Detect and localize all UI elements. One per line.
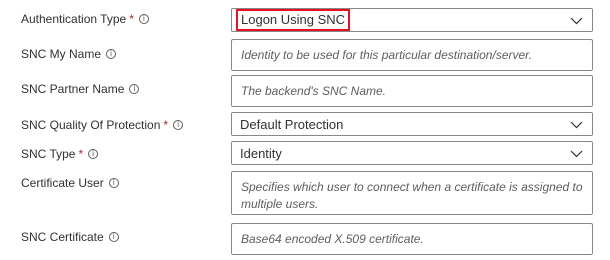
snc-qop-value: Default Protection xyxy=(240,116,344,132)
info-icon[interactable]: i xyxy=(106,49,117,59)
snc-qop-dropdown[interactable]: Default Protection xyxy=(231,112,593,136)
snc-certificate-label: SNC Certificate i xyxy=(21,230,119,244)
snc-qop-label-text: SNC Quality Of Protection xyxy=(21,118,161,132)
info-icon[interactable]: i xyxy=(108,232,119,242)
auth-type-label-text: Authentication Type xyxy=(21,12,127,26)
snc-my-name-placeholder: Identity to be used for this particular … xyxy=(241,48,533,62)
certificate-user-label: Certificate User i xyxy=(21,176,119,190)
snc-type-label: SNC Type * i xyxy=(21,147,99,161)
snc-type-label-text: SNC Type xyxy=(21,147,76,161)
snc-partner-name-placeholder: The backend's SNC Name. xyxy=(241,84,387,98)
auth-type-dropdown[interactable]: Logon Using SNC xyxy=(231,8,593,32)
chevron-down-icon xyxy=(570,121,583,129)
snc-my-name-input[interactable]: Identity to be used for this particular … xyxy=(231,39,593,71)
snc-qop-label: SNC Quality Of Protection * i xyxy=(21,118,184,132)
snc-my-name-label: SNC My Name i xyxy=(21,47,117,61)
info-icon[interactable]: i xyxy=(108,178,119,188)
snc-partner-name-input[interactable]: The backend's SNC Name. xyxy=(231,75,593,107)
certificate-user-label-text: Certificate User xyxy=(21,176,104,190)
required-mark: * xyxy=(163,118,169,132)
chevron-down-icon xyxy=(570,17,583,25)
info-icon[interactable]: i xyxy=(138,14,149,24)
info-icon[interactable]: i xyxy=(129,84,140,94)
required-mark: * xyxy=(78,147,84,161)
auth-type-value: Logon Using SNC xyxy=(236,9,351,31)
snc-certificate-label-text: SNC Certificate xyxy=(21,230,104,244)
snc-settings-form: Authentication Type * i Logon Using SNC … xyxy=(0,0,610,260)
info-icon[interactable]: i xyxy=(88,149,99,159)
certificate-user-placeholder: Specifies which user to connect when a c… xyxy=(241,180,583,211)
snc-partner-name-label: SNC Partner Name i xyxy=(21,82,140,96)
chevron-down-icon xyxy=(570,150,583,158)
auth-type-label: Authentication Type * i xyxy=(21,12,149,26)
snc-certificate-placeholder: Base64 encoded X.509 certificate. xyxy=(241,232,424,246)
certificate-user-textarea[interactable]: Specifies which user to connect when a c… xyxy=(231,171,593,215)
snc-certificate-input[interactable]: Base64 encoded X.509 certificate. xyxy=(231,223,593,255)
snc-type-dropdown[interactable]: Identity xyxy=(231,141,593,165)
info-icon[interactable]: i xyxy=(173,120,184,130)
snc-type-value: Identity xyxy=(240,145,282,161)
required-mark: * xyxy=(129,12,134,26)
snc-my-name-label-text: SNC My Name xyxy=(21,47,102,61)
snc-partner-name-label-text: SNC Partner Name xyxy=(21,82,125,96)
